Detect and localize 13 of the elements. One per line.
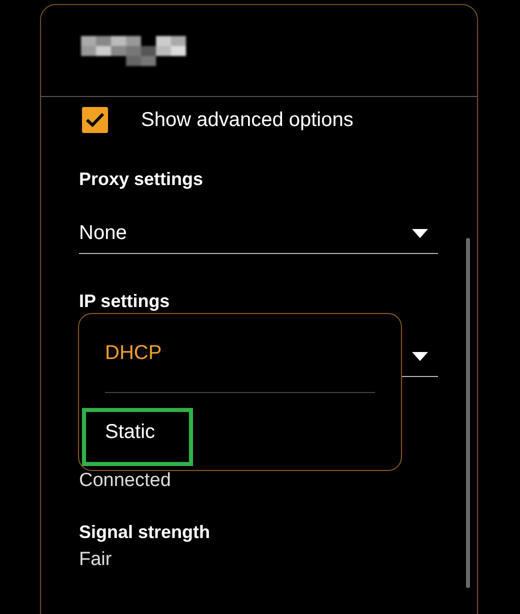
proxy-dropdown[interactable]: None	[79, 214, 438, 254]
section-label: Signal strength	[79, 521, 212, 543]
scrollbar[interactable]	[466, 238, 470, 588]
section-label: IP settings	[79, 290, 171, 312]
status-text: Connected	[79, 470, 172, 492]
checkbox[interactable]	[82, 107, 108, 133]
caret-icon	[412, 229, 428, 238]
checkbox-label: Show advanced options	[141, 108, 354, 132]
signal-value: Fair	[79, 549, 113, 571]
menu-option[interactable]: DHCP	[79, 314, 401, 392]
caret-icon	[412, 352, 428, 361]
section-label: Proxy settings	[79, 168, 204, 190]
menu-option[interactable]: Static	[79, 393, 401, 471]
